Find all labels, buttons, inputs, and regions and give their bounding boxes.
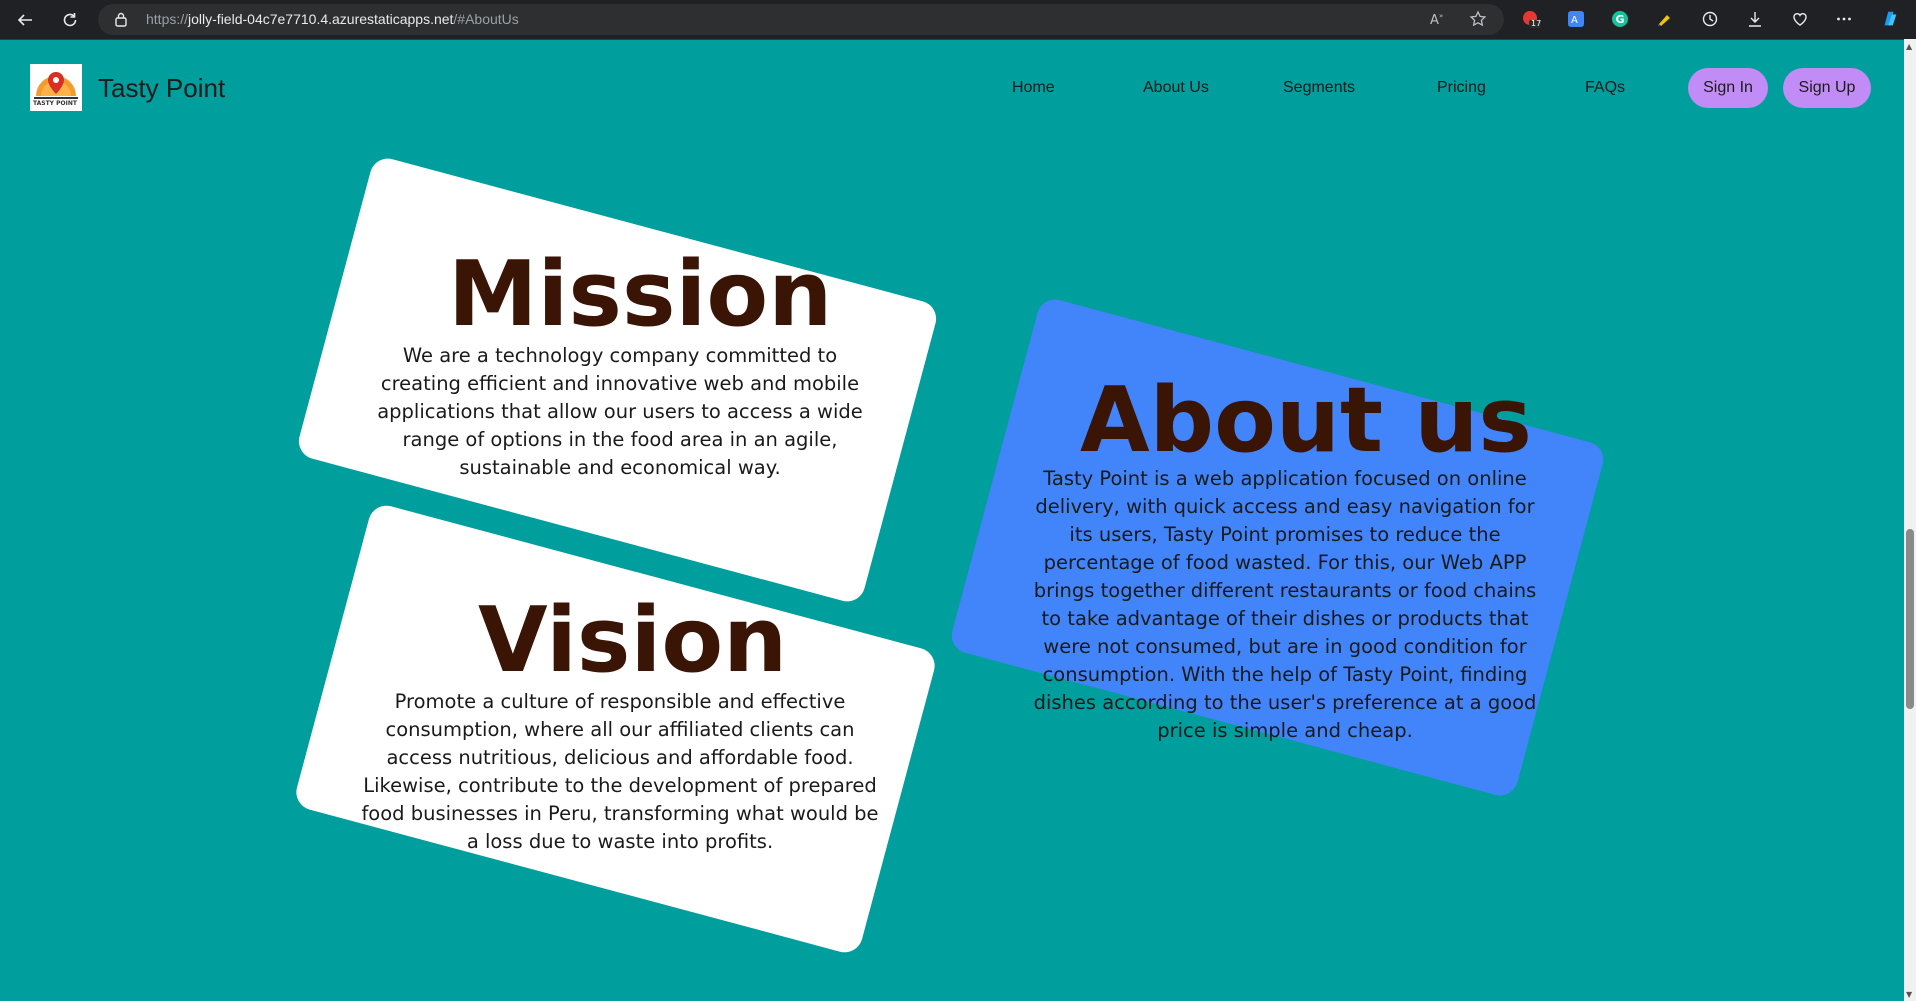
sign-in-button[interactable]: Sign In bbox=[1688, 68, 1768, 108]
url-path: /#AboutUs bbox=[453, 11, 519, 27]
favorite-star-icon[interactable] bbox=[1469, 10, 1487, 32]
nav-about-us[interactable]: About Us bbox=[1143, 79, 1209, 97]
svg-text:G: G bbox=[1616, 13, 1625, 26]
browser-toolbar: https://jolly-field-04c7e7710.4.azuresta… bbox=[0, 0, 1916, 40]
sign-up-button[interactable]: Sign Up bbox=[1783, 68, 1871, 108]
nav-faqs[interactable]: FAQs bbox=[1585, 79, 1625, 97]
svg-text:A: A bbox=[1571, 15, 1578, 26]
about-title: About us bbox=[1080, 368, 1532, 473]
back-icon[interactable] bbox=[11, 6, 39, 34]
vision-title: Vision bbox=[478, 588, 788, 693]
translate-icon[interactable]: A bbox=[1566, 9, 1586, 29]
history-icon[interactable] bbox=[1700, 9, 1720, 29]
read-aloud-icon[interactable]: A» bbox=[1428, 10, 1446, 32]
scrollbar-thumb[interactable] bbox=[1906, 529, 1914, 709]
address-bar[interactable]: https://jolly-field-04c7e7710.4.azuresta… bbox=[98, 4, 1504, 35]
url-text: https://jolly-field-04c7e7710.4.azuresta… bbox=[146, 11, 519, 27]
nav-segments[interactable]: Segments bbox=[1283, 79, 1355, 97]
url-host: jolly-field-04c7e7710.4.azurestaticapps.… bbox=[188, 11, 454, 27]
brand-name[interactable]: Tasty Point bbox=[98, 73, 225, 104]
highlighter-icon[interactable] bbox=[1654, 9, 1674, 29]
mission-text: We are a technology company committed to… bbox=[377, 344, 863, 479]
logo-text: TASTY POINT bbox=[33, 100, 77, 107]
about-text: Tasty Point is a web application focused… bbox=[1033, 467, 1537, 742]
url-prefix: https:// bbox=[146, 11, 189, 27]
scroll-down-icon[interactable]: ▼ bbox=[1906, 991, 1912, 999]
logo[interactable]: TASTY POINT bbox=[30, 64, 82, 111]
nav-pricing[interactable]: Pricing bbox=[1437, 79, 1486, 97]
nav-home[interactable]: Home bbox=[1012, 79, 1055, 97]
grammarly-icon[interactable]: G bbox=[1610, 9, 1630, 29]
download-icon[interactable] bbox=[1745, 9, 1765, 29]
svg-text:»: » bbox=[1439, 12, 1443, 20]
page-scrollbar[interactable]: ▲ ▼ bbox=[1904, 39, 1916, 1001]
more-icon[interactable] bbox=[1834, 9, 1854, 29]
vision-text: Promote a culture of responsible and eff… bbox=[361, 690, 879, 853]
refresh-icon[interactable] bbox=[56, 6, 84, 34]
lock-icon bbox=[114, 12, 128, 31]
health-icon[interactable] bbox=[1790, 9, 1810, 29]
mission-title: Mission bbox=[448, 242, 833, 347]
scroll-up-icon[interactable]: ▲ bbox=[1906, 43, 1912, 51]
extension-red-icon[interactable]: 17 bbox=[1521, 9, 1541, 29]
svg-text:A: A bbox=[1430, 13, 1439, 28]
extension-badge: 17 bbox=[1531, 19, 1542, 28]
copilot-icon[interactable] bbox=[1880, 9, 1900, 29]
